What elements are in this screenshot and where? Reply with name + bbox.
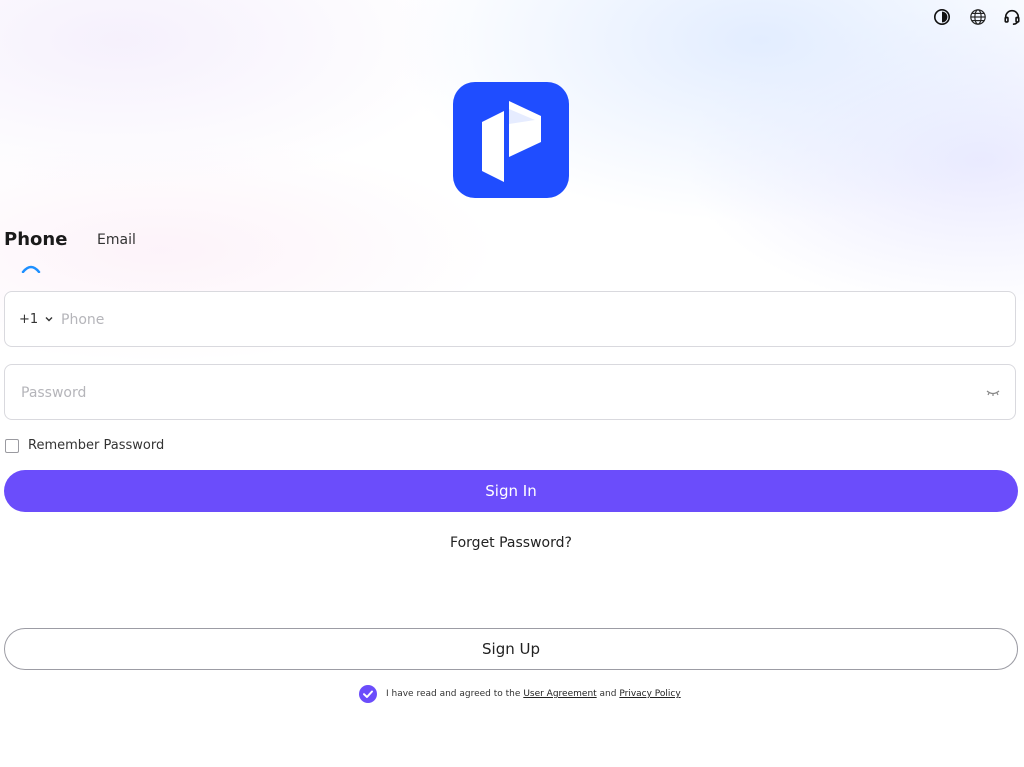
chevron-down-icon — [45, 317, 53, 322]
headset-support-icon[interactable] — [1002, 7, 1022, 27]
theme-contrast-icon[interactable] — [932, 7, 952, 27]
agreement-and: and — [599, 689, 617, 699]
agreement-checkbox-checked-icon[interactable] — [359, 685, 377, 703]
tab-phone[interactable]: Phone — [4, 229, 67, 250]
country-code-label: +1 — [19, 311, 39, 327]
agreement-text: I have read and agreed to the User Agree… — [386, 689, 681, 699]
globe-icon[interactable] — [968, 7, 988, 27]
agreement-row: I have read and agreed to the User Agree… — [359, 685, 681, 703]
remember-password: Remember Password — [5, 438, 164, 453]
phone-input[interactable] — [59, 292, 963, 348]
country-code-select[interactable]: +1 — [19, 292, 54, 346]
user-agreement-link[interactable]: User Agreement — [523, 689, 596, 699]
agreement-prefix: I have read and agreed to the — [386, 689, 521, 699]
sign-up-button[interactable]: Sign Up — [4, 628, 1018, 670]
phone-field: +1 — [4, 291, 1016, 348]
remember-password-label: Remember Password — [28, 438, 165, 453]
app-logo — [453, 82, 569, 198]
eye-closed-icon[interactable] — [985, 385, 1001, 401]
forget-password-link[interactable]: Forget Password? — [0, 535, 1022, 551]
tab-email[interactable]: Email — [97, 232, 136, 248]
privacy-policy-link[interactable]: Privacy Policy — [619, 689, 680, 699]
password-field — [4, 364, 1016, 421]
sign-in-button[interactable]: Sign In — [4, 470, 1018, 512]
password-input[interactable] — [19, 365, 963, 421]
active-tab-indicator — [21, 258, 41, 274]
remember-password-checkbox[interactable] — [5, 438, 19, 453]
